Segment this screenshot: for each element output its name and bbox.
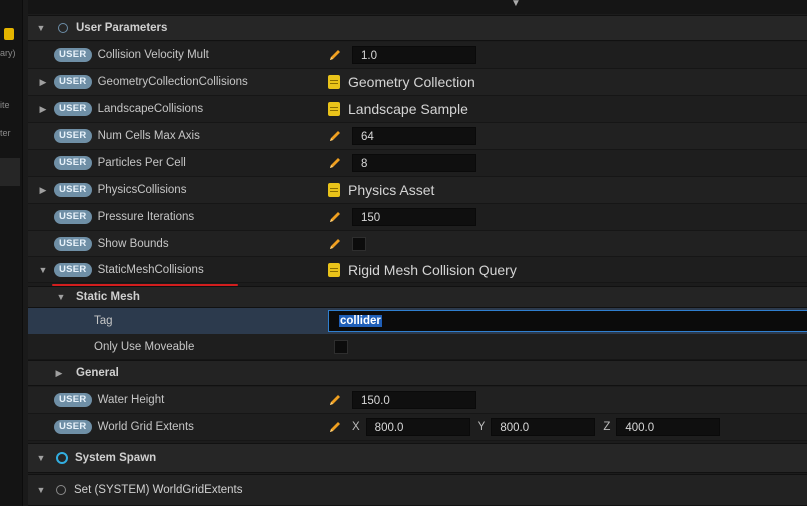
chevron-down-icon[interactable]: ▼ [38, 265, 48, 275]
z-value-field[interactable]: 400.0 [616, 418, 721, 436]
tag-input-value: collider [339, 315, 382, 327]
pencil-icon[interactable] [328, 48, 342, 62]
tag-input[interactable]: collider [328, 310, 807, 332]
user-badge: USER [54, 156, 92, 170]
panel-header-strip: ▼ [28, 0, 807, 14]
chevron-right-icon[interactable]: ▶ [54, 368, 64, 379]
user-badge: USER [54, 236, 92, 251]
user-badge: USER [54, 393, 92, 407]
asset-icon [328, 183, 340, 197]
user-badge: USER [54, 183, 92, 197]
param-row[interactable]: USER World Grid Extents X 800.0 Y 800.0 … [28, 414, 807, 441]
left-panel-slot[interactable] [0, 158, 20, 186]
param-name: Collision Velocity Mult [97, 49, 209, 61]
asset-icon [4, 28, 14, 40]
value-field[interactable]: 1.0 [352, 46, 476, 64]
left-panel-label: ary) [0, 48, 16, 58]
pencil-icon[interactable] [328, 156, 342, 170]
user-badge: USER [54, 102, 92, 116]
section-title: User Parameters [76, 22, 168, 34]
param-name: PhysicsCollisions [97, 184, 187, 196]
param-name: Pressure Iterations [97, 211, 195, 223]
left-panel-label: ite [0, 100, 10, 110]
user-badge: USER [54, 420, 92, 434]
section-user-parameters[interactable]: ▼ User Parameters [28, 15, 807, 41]
details-panel: ▼ ▼ User Parameters USER Collision Veloc… [28, 0, 807, 506]
value-field[interactable]: 64 [352, 127, 476, 145]
param-row[interactable]: USER Pressure Iterations 150 [28, 204, 807, 231]
tag-label: Tag [94, 315, 113, 327]
chevron-right-icon[interactable]: ▶ [38, 185, 48, 196]
user-badge: USER [54, 75, 92, 89]
x-value-field[interactable]: 800.0 [365, 418, 470, 436]
subsection-title: General [76, 367, 119, 379]
param-name: LandscapeCollisions [97, 103, 204, 115]
param-row[interactable]: ▶ USER LandscapeCollisions Landscape Sam… [28, 96, 807, 123]
asset-icon [328, 75, 340, 89]
user-badge: USER [54, 48, 92, 62]
section-set-world-grid-extents[interactable]: ▼ Set (SYSTEM) WorldGridExtents [28, 474, 807, 506]
pencil-icon[interactable] [328, 210, 342, 224]
asset-name[interactable]: Rigid Mesh Collision Query [348, 262, 517, 278]
y-label: Y [477, 421, 486, 433]
system-spawn-icon [56, 452, 68, 464]
param-name: World Grid Extents [97, 421, 194, 433]
x-label: X [352, 421, 360, 433]
param-row[interactable]: ▼ USER StaticMeshCollisions Rigid Mesh C… [28, 257, 807, 283]
module-icon [56, 485, 66, 495]
param-row[interactable]: USER Particles Per Cell 8 [28, 150, 807, 177]
z-label: Z [603, 421, 611, 433]
subsection-general[interactable]: ▶ General [28, 360, 807, 386]
param-name: Num Cells Max Axis [97, 130, 200, 142]
chevron-down-icon[interactable]: ▼ [56, 292, 66, 302]
pencil-icon[interactable] [328, 393, 342, 407]
pencil-icon[interactable] [328, 420, 342, 434]
param-name: StaticMeshCollisions [97, 263, 204, 276]
param-row[interactable]: ▶ USER PhysicsCollisions Physics Asset [28, 177, 807, 204]
left-panel-edge: ary) ite ter [0, 0, 23, 506]
param-name: Show Bounds [97, 237, 169, 250]
show-bounds-checkbox[interactable] [352, 236, 366, 251]
param-row[interactable]: ▶ USER GeometryCollectionCollisions Geom… [28, 69, 807, 96]
asset-name[interactable]: Geometry Collection [348, 74, 475, 90]
param-row[interactable]: USER Num Cells Max Axis 64 [28, 123, 807, 150]
param-row[interactable]: USER Collision Velocity Mult 1.0 [28, 42, 807, 69]
only-use-moveable-checkbox[interactable] [334, 339, 348, 354]
user-badge: USER [54, 210, 92, 224]
tag-row[interactable]: Tag collider [28, 308, 807, 334]
asset-icon [328, 262, 340, 277]
value-field[interactable]: 150.0 [352, 391, 476, 409]
asset-name[interactable]: Landscape Sample [348, 101, 468, 117]
y-value-field[interactable]: 800.0 [491, 418, 596, 436]
user-badge: USER [54, 129, 92, 143]
asset-name[interactable]: Physics Asset [348, 182, 434, 198]
param-name: Particles Per Cell [97, 157, 186, 169]
chevron-right-icon[interactable]: ▶ [38, 77, 48, 88]
param-row[interactable]: USER Show Bounds [28, 231, 807, 257]
section-title: System Spawn [75, 452, 157, 464]
value-field[interactable]: 150 [352, 208, 476, 226]
dropdown-arrow-icon[interactable]: ▼ [511, 0, 521, 9]
param-name: Only Use Moveable [94, 340, 195, 353]
param-name: GeometryCollectionCollisions [97, 76, 248, 88]
chevron-down-icon[interactable]: ▼ [36, 23, 46, 33]
pencil-icon[interactable] [328, 129, 342, 143]
value-field[interactable]: 8 [352, 154, 476, 172]
subsection-static-mesh[interactable]: ▼ Static Mesh [28, 286, 807, 308]
param-row[interactable]: Only Use Moveable [28, 334, 807, 360]
pencil-icon[interactable] [328, 237, 342, 251]
chevron-down-icon[interactable]: ▼ [36, 453, 46, 463]
left-panel-label: ter [0, 128, 11, 138]
chevron-right-icon[interactable]: ▶ [38, 104, 48, 115]
section-system-spawn[interactable]: ▼ System Spawn [28, 443, 807, 473]
user-badge: USER [54, 262, 92, 277]
param-name: Water Height [97, 394, 165, 406]
param-row[interactable]: USER Water Height 150.0 [28, 387, 807, 414]
subsection-title: Static Mesh [76, 291, 140, 303]
asset-icon [328, 102, 340, 116]
section-title: Set (SYSTEM) WorldGridExtents [74, 484, 243, 496]
parameter-group-icon [58, 23, 68, 33]
chevron-down-icon[interactable]: ▼ [36, 485, 46, 495]
